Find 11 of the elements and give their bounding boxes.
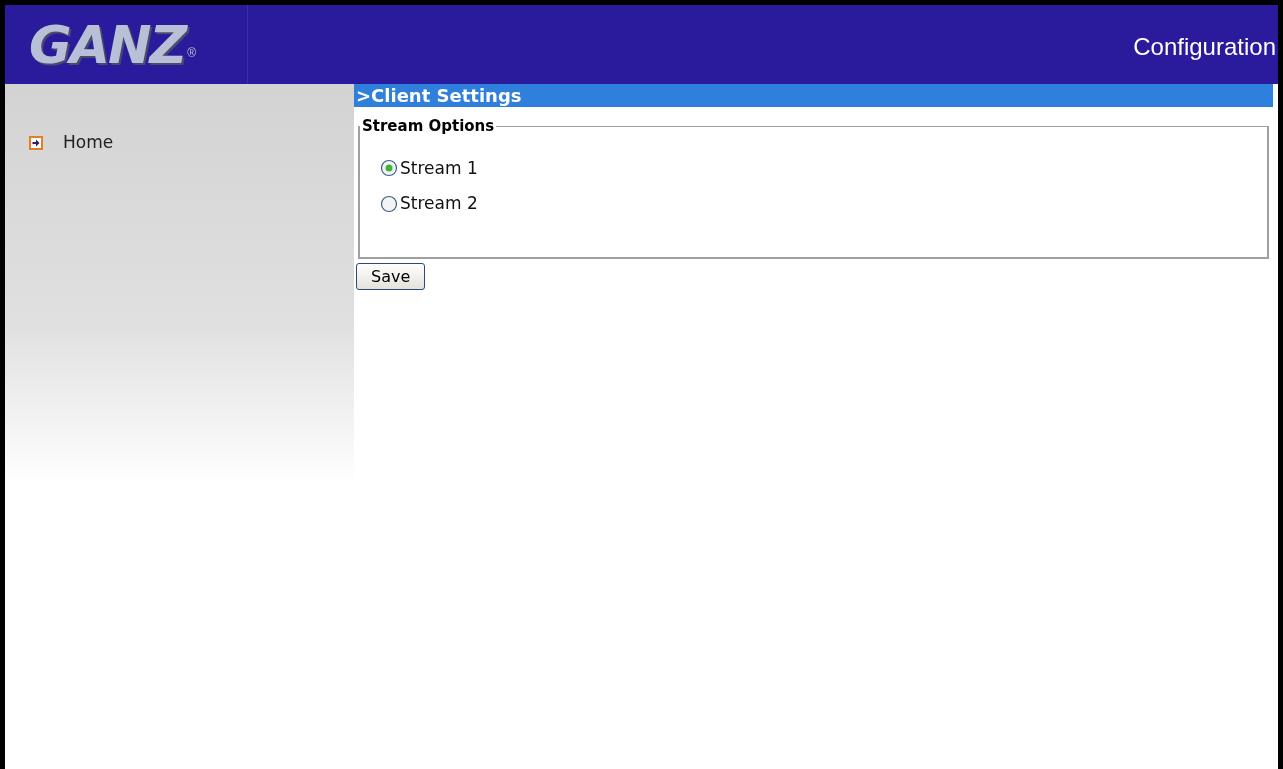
group-legend: Stream Options <box>360 115 497 138</box>
section-title: >Client Settings <box>354 84 1273 107</box>
page-title: Configuration <box>1133 31 1276 62</box>
logo-text: GANZ <box>29 18 186 71</box>
sidebar-link[interactable]: Home <box>63 130 114 156</box>
radio-label: Stream 2 <box>400 192 478 215</box>
radio-label: Stream 1 <box>400 156 478 180</box>
registered-mark: ® <box>187 45 196 62</box>
radio-button[interactable] <box>380 194 398 213</box>
save-button[interactable]: Save <box>356 263 426 290</box>
radio-button[interactable] <box>380 159 398 178</box>
